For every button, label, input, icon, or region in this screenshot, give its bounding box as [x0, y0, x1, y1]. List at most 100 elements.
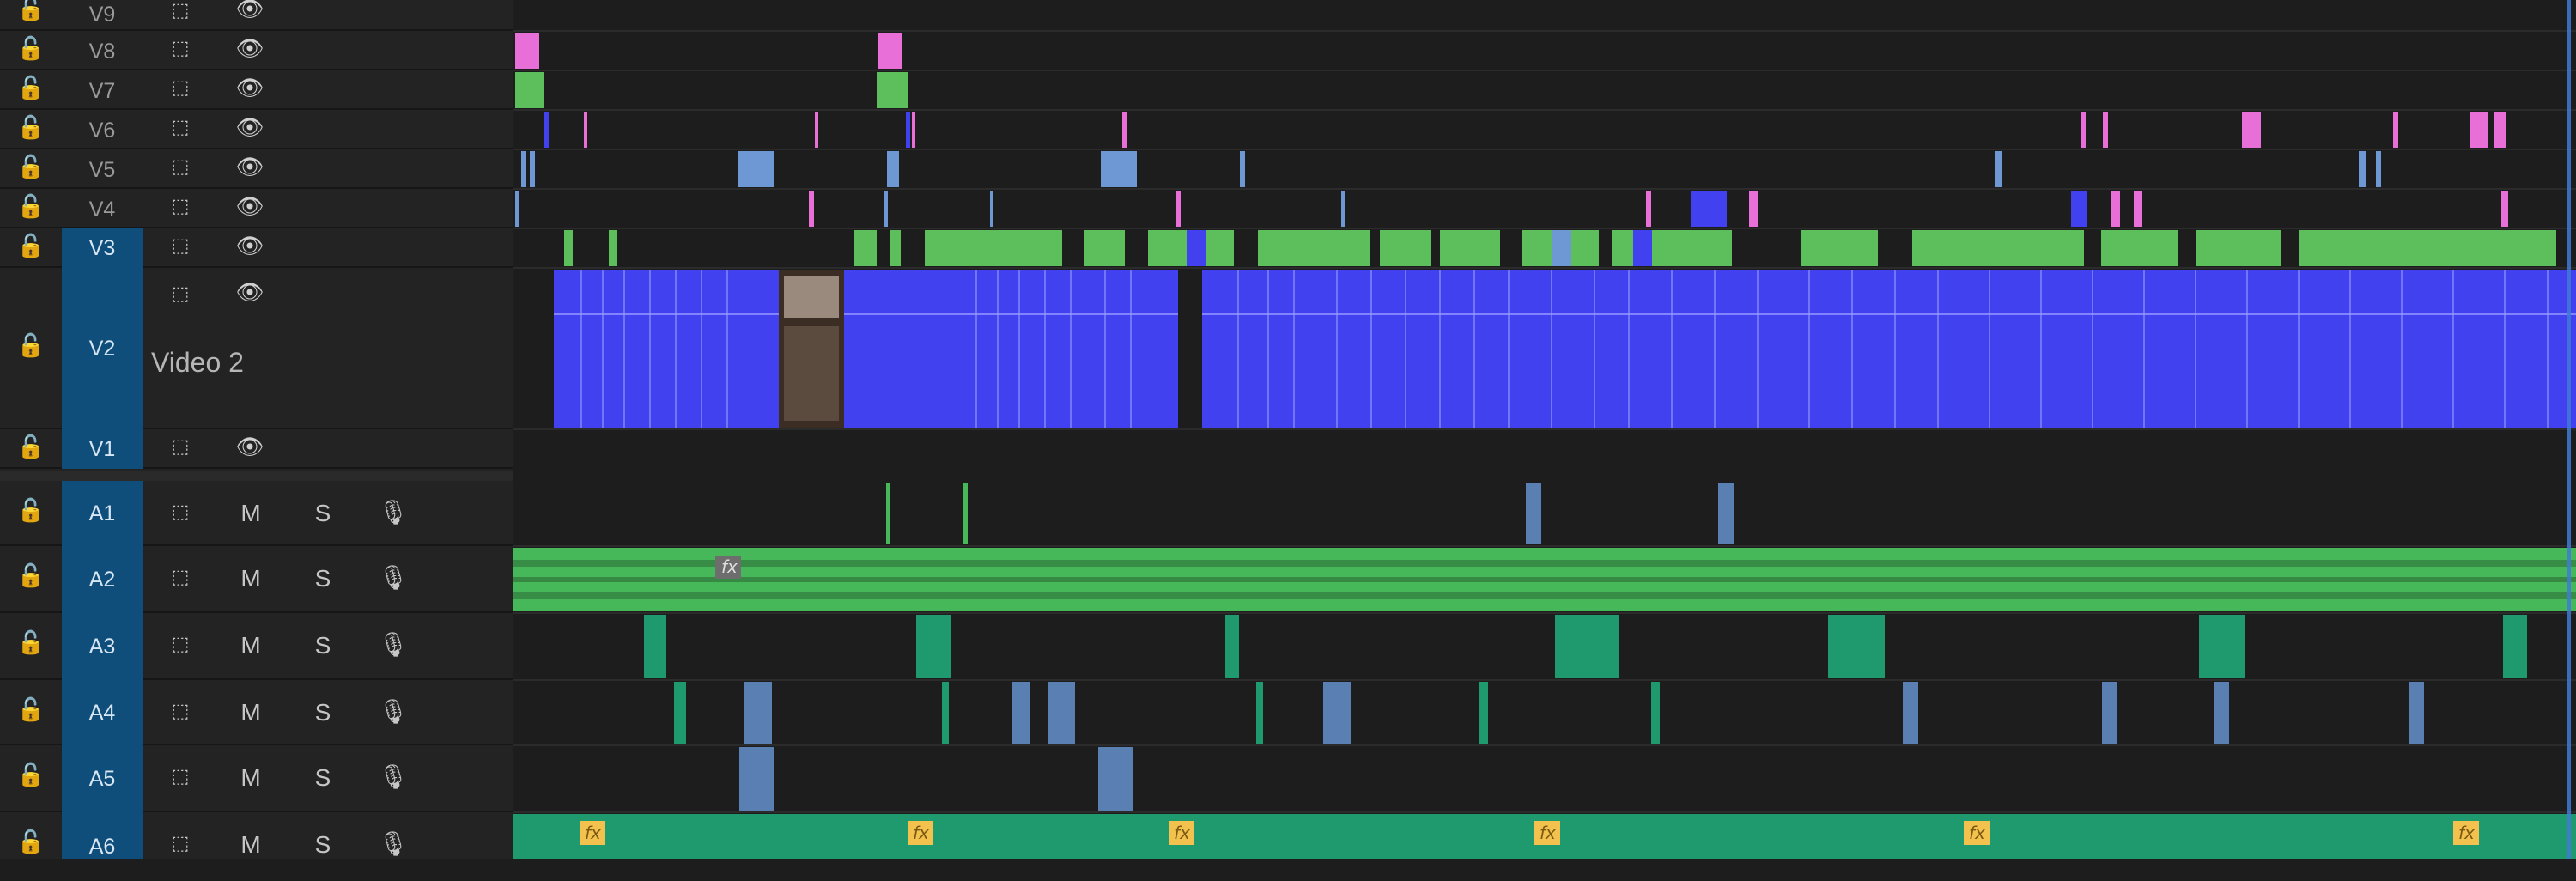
clip [1526, 483, 1541, 544]
sync-lock-icon[interactable]: ⬚ [160, 38, 201, 59]
sync-lock-icon[interactable]: ⬚ [160, 77, 201, 99]
sync-lock-icon[interactable]: ⬚ [160, 196, 201, 217]
timeline-tracks[interactable]: fx fx fx fx fx fx fx [513, 0, 2576, 859]
track-name-v3[interactable]: V3 [62, 228, 143, 268]
lock-icon[interactable]: 🔓 [14, 36, 48, 62]
sync-lock-icon[interactable]: ⬚ [160, 766, 201, 787]
track-name-v2[interactable]: V2 [62, 268, 143, 429]
a6-fx-label: fx [1969, 823, 1985, 843]
lock-icon[interactable]: 🔓 [14, 76, 48, 101]
microphone-icon[interactable]: 🎙 [376, 763, 410, 791]
lock-icon[interactable]: 🔓 [14, 434, 48, 460]
lock-icon[interactable]: 🔓 [14, 563, 48, 589]
playhead-edge [2567, 0, 2571, 859]
sync-lock-icon[interactable]: ⬚ [160, 0, 201, 21]
sync-lock-icon[interactable]: ⬚ [160, 701, 201, 722]
track-name-v4[interactable]: V4 [62, 194, 143, 225]
solo-button[interactable]: S [306, 565, 340, 592]
sync-lock-icon[interactable]: ⬚ [160, 634, 201, 655]
clip [963, 483, 968, 544]
lock-icon[interactable]: 🔓 [14, 155, 48, 180]
track-header-v1: 🔓 V1 ⬚ 👁 [0, 429, 513, 469]
mute-button[interactable]: M [234, 699, 268, 726]
mute-button[interactable]: M [234, 565, 268, 592]
track-name-v6[interactable]: V6 [62, 115, 143, 146]
microphone-icon[interactable]: 🎙 [376, 563, 410, 592]
microphone-icon[interactable]: 🎙 [376, 829, 410, 858]
sync-lock-icon[interactable]: ⬚ [160, 156, 201, 178]
track-header-v7: 🔓 V7 ⬚ 👁 [0, 70, 513, 110]
lock-icon[interactable]: 🔓 [14, 0, 48, 22]
lock-icon[interactable]: 🔓 [14, 234, 48, 259]
eye-icon[interactable]: 👁 [230, 76, 270, 101]
mute-button[interactable]: M [234, 632, 268, 659]
track-header-v8: 🔓 V8 ⬚ 👁 [0, 31, 513, 70]
lock-icon[interactable]: 🔓 [14, 115, 48, 141]
lock-icon[interactable]: 🔓 [14, 333, 48, 359]
sync-lock-icon[interactable]: ⬚ [160, 235, 201, 257]
microphone-icon[interactable]: 🎙 [376, 498, 410, 526]
solo-button[interactable]: S [306, 500, 340, 527]
sync-lock-icon[interactable]: ⬚ [160, 833, 201, 854]
lock-icon[interactable]: 🔓 [14, 829, 48, 855]
timeline-canvas[interactable]: fx fx fx fx fx fx fx [513, 0, 2576, 859]
microphone-icon[interactable]: 🎙 [376, 630, 410, 659]
track-header-v6: 🔓 V6 ⬚ 👁 [0, 110, 513, 149]
track-name-v5[interactable]: V5 [62, 155, 143, 185]
track-name-v7[interactable]: V7 [62, 76, 143, 106]
a6-fx-label: fx [913, 823, 929, 843]
eye-icon[interactable]: 👁 [230, 280, 270, 306]
sync-lock-icon[interactable]: ⬚ [160, 436, 201, 458]
eye-icon[interactable]: 👁 [230, 155, 270, 180]
eye-icon[interactable]: 👁 [230, 234, 270, 259]
clip [877, 72, 908, 108]
track-header-v4: 🔓 V4 ⬚ 👁 [0, 189, 513, 228]
eye-icon[interactable]: 👁 [230, 0, 270, 22]
sync-lock-icon[interactable]: ⬚ [160, 283, 201, 305]
track-name-a3[interactable]: A3 [62, 613, 143, 680]
track-name-a5[interactable]: A5 [62, 745, 143, 812]
track-name-v1[interactable]: V1 [62, 429, 143, 469]
track-name-a4[interactable]: A4 [62, 680, 143, 745]
eye-icon[interactable]: 👁 [230, 36, 270, 62]
clip [1718, 483, 1734, 544]
a6-fx-label: fx [1174, 823, 1190, 843]
lock-icon[interactable]: 🔓 [14, 630, 48, 656]
clip [515, 72, 544, 108]
track-headers-panel: 🔓 V9 ⬚ 👁 🔓 V8 ⬚ 👁 🔓 V7 ⬚ 👁 🔓 V6 ⬚ 👁 🔓 V5… [0, 0, 513, 859]
solo-button[interactable]: S [306, 764, 340, 792]
track-name-a1[interactable]: A1 [62, 481, 143, 546]
a6-fx-label: fx [2458, 823, 2475, 843]
lock-icon[interactable]: 🔓 [14, 498, 48, 524]
eye-icon[interactable]: 👁 [230, 115, 270, 141]
solo-button[interactable]: S [306, 632, 340, 659]
track-name-v9[interactable]: V9 [62, 0, 143, 29]
track-title: Video 2 [151, 347, 244, 378]
track-header-v3: 🔓 V3 ⬚ 👁 [0, 228, 513, 268]
solo-button[interactable]: S [306, 699, 340, 726]
track-name-v8[interactable]: V8 [62, 36, 143, 67]
track-header-a4: 🔓 A4 ⬚ M S 🎙 [0, 680, 513, 745]
a6-fx-label: fx [585, 823, 601, 843]
lock-icon[interactable]: 🔓 [14, 697, 48, 723]
a2-fx-label: fx [721, 556, 738, 577]
sync-lock-icon[interactable]: ⬚ [160, 501, 201, 523]
mute-button[interactable]: M [234, 764, 268, 792]
eye-icon[interactable]: 👁 [230, 194, 270, 220]
lock-icon[interactable]: 🔓 [14, 763, 48, 788]
track-header-a6: 🔓 A6 ⬚ M S 🎙 [0, 812, 513, 859]
lock-icon[interactable]: 🔓 [14, 194, 48, 220]
track-name-a6[interactable]: A6 [62, 812, 143, 859]
track-header-a1: 🔓 A1 ⬚ M S 🎙 [0, 481, 513, 546]
sync-lock-icon[interactable]: ⬚ [160, 567, 201, 588]
track-name-a2[interactable]: A2 [62, 546, 143, 613]
clip [878, 33, 902, 69]
solo-button[interactable]: S [306, 831, 340, 859]
a6-fx-label: fx [1540, 823, 1556, 843]
microphone-icon[interactable]: 🎙 [376, 697, 410, 726]
mute-button[interactable]: M [234, 831, 268, 859]
eye-icon[interactable]: 👁 [230, 434, 270, 460]
track-header-a3: 🔓 A3 ⬚ M S 🎙 [0, 613, 513, 680]
mute-button[interactable]: M [234, 500, 268, 527]
sync-lock-icon[interactable]: ⬚ [160, 117, 201, 138]
